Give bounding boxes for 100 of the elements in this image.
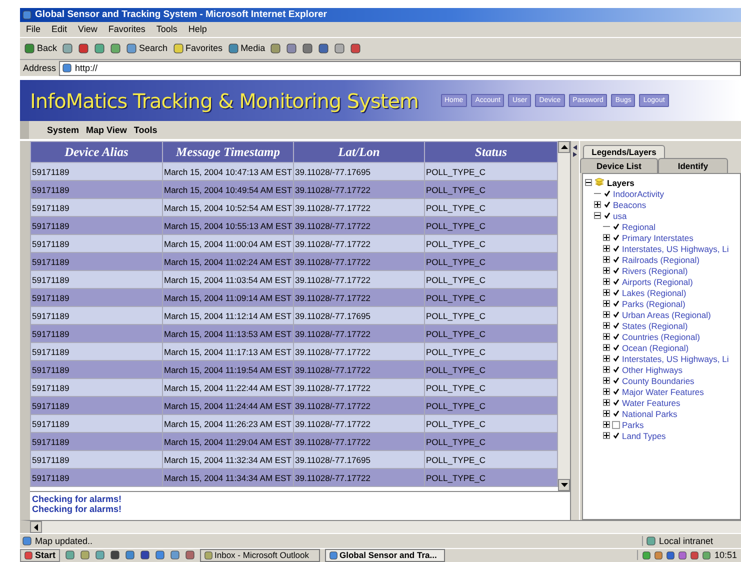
layer-label[interactable]: IndoorActivity — [613, 188, 664, 199]
layer-label[interactable]: usa — [613, 210, 627, 221]
layer-label[interactable]: Regional — [622, 222, 656, 232]
column-header[interactable]: Lat/Lon — [294, 142, 424, 163]
layer-checkbox[interactable] — [612, 366, 620, 374]
layer-checkbox[interactable] — [612, 410, 620, 418]
start-button[interactable]: Start — [20, 548, 60, 562]
expand-icon[interactable] — [603, 388, 610, 396]
layer-label[interactable]: Railroads (Regional) — [622, 254, 700, 265]
expand-icon[interactable] — [603, 399, 610, 406]
layer-checkbox[interactable] — [612, 288, 620, 297]
menu-item[interactable]: Tools — [134, 125, 158, 136]
layer-checkbox[interactable] — [603, 200, 611, 209]
expand-icon[interactable] — [603, 267, 610, 274]
expand-icon[interactable] — [603, 234, 610, 242]
task-button[interactable]: Inbox - Microsoft Outlook — [200, 548, 320, 562]
expand-icon[interactable] — [603, 333, 610, 340]
panel-tab[interactable]: Identify — [658, 158, 728, 174]
expand-icon[interactable] — [603, 300, 610, 308]
expand-icon[interactable] — [603, 245, 610, 252]
menu-item[interactable]: Tools — [156, 24, 178, 34]
layer-checkbox[interactable] — [612, 432, 620, 440]
layer-checkbox[interactable] — [603, 212, 611, 220]
layer-checkbox[interactable] — [612, 344, 620, 352]
collapse-icon[interactable] — [594, 212, 601, 220]
horizontal-scrollbar[interactable] — [20, 520, 741, 534]
expand-icon[interactable] — [603, 311, 610, 318]
menu-item[interactable]: Map View — [86, 125, 127, 136]
toolbar-button[interactable]: Back — [24, 42, 58, 54]
expand-icon[interactable] — [603, 421, 610, 428]
toolbar-button[interactable]: Media — [228, 42, 266, 54]
layer-label[interactable]: Interstates, US Highways, Li — [622, 354, 729, 364]
layer-label[interactable]: Airports (Regional) — [622, 276, 693, 287]
expand-icon[interactable] — [603, 256, 610, 264]
column-header[interactable]: Device Alias — [30, 142, 162, 163]
menu-item[interactable]: Favorites — [108, 24, 146, 34]
menu-item[interactable]: File — [26, 24, 41, 34]
toolbar-button[interactable]: Favorites — [172, 42, 223, 54]
menu-item[interactable]: Edit — [52, 24, 68, 34]
layer-label[interactable]: National Parks — [622, 408, 678, 419]
layer-checkbox[interactable] — [612, 420, 620, 429]
expand-icon[interactable] — [603, 377, 610, 384]
scroll-left-icon[interactable] — [34, 524, 38, 531]
layer-checkbox[interactable] — [612, 256, 620, 264]
layer-label[interactable]: County Boundaries — [622, 376, 694, 386]
layer-checkbox[interactable] — [612, 278, 620, 286]
layer-label[interactable]: Primary Interstates — [622, 232, 694, 243]
layer-label[interactable]: Countries (Regional) — [622, 332, 700, 342]
scroll-up-icon[interactable] — [560, 145, 568, 150]
layer-checkbox[interactable] — [612, 376, 620, 385]
expand-icon[interactable] — [603, 344, 610, 352]
layer-label[interactable]: States (Regional) — [622, 320, 688, 331]
layer-checkbox[interactable] — [612, 332, 620, 341]
layer-checkbox[interactable] — [612, 222, 620, 231]
layer-checkbox[interactable] — [612, 300, 620, 308]
layer-checkbox[interactable] — [612, 322, 620, 330]
layer-checkbox[interactable] — [612, 244, 620, 253]
layer-label[interactable]: Interstates, US Highways, Li — [622, 244, 729, 254]
layer-label[interactable]: Beacons — [613, 200, 646, 210]
column-header[interactable]: Message Timestamp — [162, 142, 294, 163]
layer-label[interactable]: Layers — [607, 178, 634, 188]
layer-label[interactable]: Parks — [622, 420, 644, 430]
layer-checkbox[interactable] — [603, 190, 611, 198]
column-header[interactable]: Status — [424, 142, 558, 163]
menu-item[interactable]: System — [47, 125, 80, 136]
panel-tab[interactable]: Device List — [580, 158, 658, 174]
menu-item[interactable]: Help — [188, 24, 207, 34]
vertical-scrollbar[interactable] — [558, 141, 570, 492]
address-field[interactable]: http:// — [59, 60, 741, 76]
layer-checkbox[interactable] — [612, 398, 620, 407]
layer-checkbox[interactable] — [612, 310, 620, 319]
layer-label[interactable]: Parks (Regional) — [622, 298, 686, 309]
layer-label[interactable]: Other Highways — [622, 364, 682, 375]
expand-icon[interactable] — [603, 410, 610, 418]
layer-checkbox[interactable] — [612, 234, 620, 242]
expand-icon[interactable] — [603, 289, 610, 296]
expand-icon[interactable] — [603, 432, 610, 440]
layer-checkbox[interactable] — [612, 266, 620, 275]
collapse-left-icon[interactable] — [573, 145, 577, 150]
panel-tab[interactable]: Legends/Layers — [583, 145, 665, 158]
expand-icon[interactable] — [603, 355, 610, 362]
layer-label[interactable]: Major Water Features — [622, 386, 704, 397]
layer-label[interactable]: Land Types — [622, 430, 666, 441]
layer-label[interactable]: Lakes (Regional) — [622, 288, 686, 298]
expand-icon[interactable] — [603, 366, 610, 374]
expand-icon[interactable] — [603, 278, 610, 286]
collapse-right-icon[interactable] — [573, 152, 577, 158]
collapse-icon[interactable] — [585, 179, 592, 186]
menu-item[interactable]: View — [78, 24, 98, 34]
expand-icon[interactable] — [603, 322, 610, 330]
toolbar-button[interactable]: Search — [126, 42, 168, 54]
task-button[interactable]: Global Sensor and Tra... — [324, 548, 445, 562]
layer-label[interactable]: Water Features — [622, 398, 680, 408]
layer-checkbox[interactable] — [612, 388, 620, 396]
layer-label[interactable]: Ocean (Regional) — [622, 342, 689, 353]
scroll-down-icon[interactable] — [560, 483, 568, 488]
layer-checkbox[interactable] — [612, 354, 620, 363]
layer-label[interactable]: Urban Areas (Regional) — [622, 310, 711, 320]
expand-icon[interactable] — [594, 201, 601, 208]
layer-label[interactable]: Rivers (Regional) — [622, 266, 688, 276]
